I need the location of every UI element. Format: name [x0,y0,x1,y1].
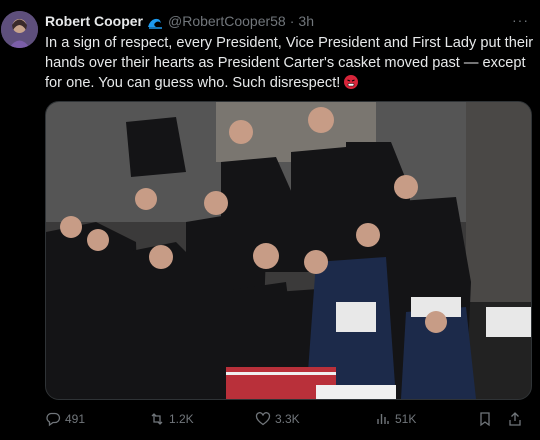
reply-button[interactable]: 491 [45,411,85,427]
bookmark-button[interactable] [477,411,493,427]
tweet-photo[interactable] [45,101,532,400]
heart-icon [255,412,271,426]
angry-face-emoji [344,75,359,89]
wave-icon [147,14,164,29]
action-bar: 491 1.2K 3.3K 51K [45,411,530,431]
author-name[interactable]: Robert Cooper [45,13,143,29]
views-button[interactable]: 51K [375,411,416,427]
like-count: 3.3K [275,412,300,426]
tweet-body: In a sign of respect, every President, V… [45,35,534,91]
repost-button[interactable]: 1.2K [149,411,194,427]
bookmark-icon [480,412,490,427]
tweet[interactable]: Robert Cooper @RobertCooper58 · 3h ··· I… [0,0,540,440]
tweet-text: In a sign of respect, every President, V… [45,33,535,93]
timestamp[interactable]: 3h [298,13,314,29]
separator-dot: · [289,13,295,29]
reply-icon [46,412,61,427]
views-count: 51K [395,412,417,426]
author-handle[interactable]: @RobertCooper58 [168,13,286,29]
share-button[interactable] [507,411,523,427]
repost-icon [151,413,163,425]
like-button[interactable]: 3.3K [255,411,300,427]
tweet-header: Robert Cooper @RobertCooper58 · 3h [45,12,314,30]
share-icon [509,412,521,426]
more-options-icon[interactable]: ··· [512,12,529,28]
views-icon [377,414,389,424]
avatar[interactable] [1,11,38,48]
reply-count: 491 [65,412,86,426]
repost-count: 1.2K [169,412,194,426]
